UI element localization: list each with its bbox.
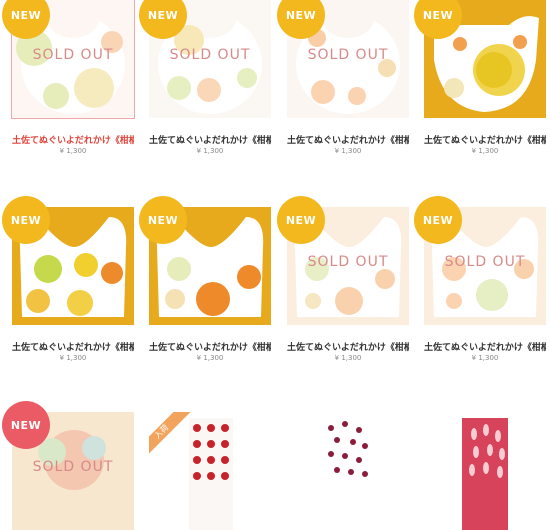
product-title[interactable]: 土佐てぬぐいよだれかけ《柑橘… xyxy=(287,340,409,353)
product-price: ¥ 1,300 xyxy=(196,147,224,155)
product-price: ¥ 1,300 xyxy=(471,147,499,155)
tenugui-image xyxy=(424,412,546,530)
product-title[interactable]: 土佐てぬぐいよだれかけ《柑橘… xyxy=(424,340,546,353)
product-image[interactable] xyxy=(287,412,409,530)
sold-out-label: SOLD OUT xyxy=(444,254,526,270)
product-price: ¥ 1,300 xyxy=(334,354,362,362)
product-price: ¥ 1,300 xyxy=(59,354,87,362)
sold-out-label: SOLD OUT xyxy=(32,47,114,63)
product-title[interactable]: 土佐てぬぐいよだれかけ《柑橘… xyxy=(424,133,546,146)
product-price: ¥ 1,300 xyxy=(471,354,499,362)
product-price: ¥ 1,300 xyxy=(334,147,362,155)
product-title[interactable]: 土佐てぬぐいよだれかけ《柑橘… xyxy=(149,340,271,353)
product-title[interactable]: 土佐てぬぐいよだれかけ《柑橘… xyxy=(12,133,134,146)
new-badge: NEW xyxy=(2,401,50,449)
product-title[interactable]: 土佐てぬぐいよだれかけ《柑橘… xyxy=(287,133,409,146)
sold-out-label: SOLD OUT xyxy=(307,47,389,63)
new-badge: NEW xyxy=(414,196,462,244)
product-title[interactable]: 土佐てぬぐいよだれかけ《柑橘… xyxy=(12,340,134,353)
new-badge: NEW xyxy=(139,196,187,244)
sold-out-label: SOLD OUT xyxy=(32,459,114,475)
product-image[interactable] xyxy=(424,412,546,530)
product-image[interactable]: 入荷 xyxy=(149,412,271,530)
product-price: ¥ 1,300 xyxy=(59,147,87,155)
sold-out-label: SOLD OUT xyxy=(307,254,389,270)
new-badge: NEW xyxy=(2,196,50,244)
product-title[interactable]: 土佐てぬぐいよだれかけ《柑橘… xyxy=(149,133,271,146)
product-price: ¥ 1,300 xyxy=(196,354,224,362)
new-badge: NEW xyxy=(277,196,325,244)
tenugui-image xyxy=(287,412,409,530)
sold-out-label: SOLD OUT xyxy=(169,47,251,63)
